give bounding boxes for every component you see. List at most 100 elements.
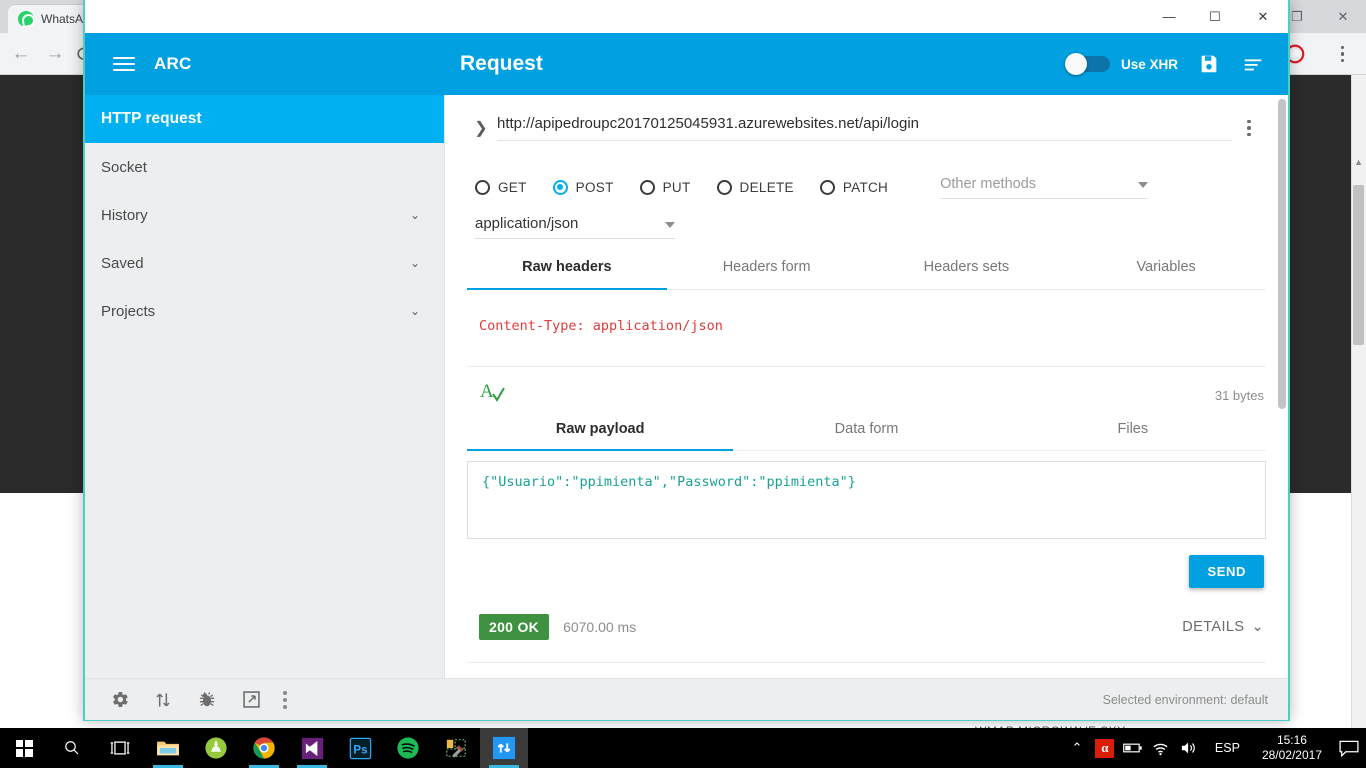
- external-link-icon[interactable]: [229, 689, 273, 710]
- file-explorer-icon[interactable]: [144, 728, 192, 768]
- chevron-down-icon[interactable]: ⌄: [410, 304, 420, 318]
- sidebar-item-projects[interactable]: Projects ⌄: [85, 287, 444, 335]
- arc-app-icon[interactable]: [480, 728, 528, 768]
- url-row: ❯ http://apipedroupc20170125045931.azure…: [467, 95, 1266, 151]
- chevron-down-icon[interactable]: [1138, 181, 1149, 188]
- volume-icon[interactable]: [1175, 728, 1203, 768]
- url-input[interactable]: http://apipedroupc20170125045931.azurewe…: [497, 115, 1232, 141]
- send-button[interactable]: SEND: [1189, 555, 1264, 588]
- chevron-down-icon[interactable]: ⌄: [410, 208, 420, 222]
- request-panel-scrollbar[interactable]: [1275, 95, 1288, 678]
- task-view-button[interactable]: [96, 728, 144, 768]
- search-icon: [65, 741, 79, 755]
- radio-icon-selected[interactable]: [552, 179, 568, 195]
- method-radio-patch[interactable]: PATCH: [819, 179, 888, 195]
- tab-raw-headers[interactable]: Raw headers: [467, 259, 667, 290]
- chrome-menu-button[interactable]: [1340, 33, 1344, 75]
- chrome-close-button[interactable]: ✕: [1320, 0, 1366, 33]
- bug-icon[interactable]: [185, 690, 229, 710]
- method-label: PUT: [662, 179, 691, 195]
- chevron-right-icon[interactable]: ❯: [467, 118, 495, 138]
- tab-headers-form[interactable]: Headers form: [667, 259, 867, 289]
- details-label: DETAILS: [1182, 619, 1245, 635]
- arc-body: HTTP request Socket History ⌄ Saved ⌄ Pr…: [85, 95, 1288, 678]
- hamburger-icon[interactable]: [113, 57, 135, 71]
- chevron-down-icon[interactable]: [665, 222, 675, 228]
- arc-titlebar: — ☐ ✕: [85, 0, 1288, 33]
- chrome-icon[interactable]: [240, 728, 288, 768]
- radio-icon[interactable]: [475, 179, 490, 195]
- request-overflow-menu-icon[interactable]: [1232, 119, 1266, 137]
- spotify-icon[interactable]: [384, 728, 432, 768]
- spellcheck-icon[interactable]: A: [479, 381, 509, 409]
- battery-icon[interactable]: [1119, 728, 1147, 768]
- tab-variables[interactable]: Variables: [1066, 259, 1266, 289]
- sidebar-item-saved[interactable]: Saved ⌄: [85, 239, 444, 287]
- arc-header: ARC Request Use XHR: [85, 33, 1288, 95]
- sidebar-item-label: Projects: [101, 302, 156, 320]
- method-radio-get[interactable]: GET: [475, 179, 527, 195]
- android-studio-icon[interactable]: [192, 728, 240, 768]
- chrome-tab-title: WhatsA: [41, 12, 84, 26]
- other-methods-select[interactable]: Other methods: [940, 175, 1149, 199]
- tray-expand-chevron-icon[interactable]: ⌃: [1063, 728, 1091, 768]
- tab-raw-payload[interactable]: Raw payload: [467, 421, 734, 451]
- radio-icon[interactable]: [639, 179, 655, 195]
- forward-button[interactable]: →: [38, 33, 72, 75]
- toggle-track[interactable]: [1064, 53, 1110, 75]
- notification-icon[interactable]: [1332, 728, 1366, 768]
- tab-headers-sets[interactable]: Headers sets: [867, 259, 1067, 289]
- bottom-overflow-menu-icon[interactable]: [283, 690, 287, 709]
- selected-environment: Selected environment: default: [1102, 692, 1268, 707]
- search-button[interactable]: [48, 728, 96, 768]
- request-panel-scrollbar-thumb[interactable]: [1278, 99, 1286, 409]
- close-button[interactable]: ✕: [1238, 0, 1288, 33]
- avira-icon[interactable]: α: [1091, 728, 1119, 768]
- save-icon[interactable]: [1196, 51, 1222, 77]
- chevron-down-icon[interactable]: ⌄: [410, 256, 420, 270]
- photoshop-icon[interactable]: Ps: [336, 728, 384, 768]
- svg-text:Ps: Ps: [353, 744, 367, 756]
- raw-payload-editor[interactable]: {"Usuario":"ppimienta","Password":"ppimi…: [467, 461, 1266, 539]
- back-button[interactable]: ←: [4, 33, 38, 75]
- details-toggle[interactable]: DETAILS ⌄: [1182, 619, 1264, 635]
- method-radio-delete[interactable]: DELETE: [716, 179, 794, 195]
- chrome-scrollbar[interactable]: ▲: [1351, 75, 1366, 728]
- tab-data-form[interactable]: Data form: [733, 421, 999, 450]
- radio-icon[interactable]: [716, 179, 732, 195]
- request-panel-inner: ❯ http://apipedroupc20170125045931.azure…: [445, 95, 1288, 663]
- sidebar-item-socket[interactable]: Socket: [85, 143, 444, 191]
- start-button[interactable]: [0, 728, 48, 768]
- minimize-button[interactable]: —: [1146, 0, 1192, 33]
- transfer-icon[interactable]: [141, 690, 185, 710]
- maximize-button[interactable]: ☐: [1192, 0, 1238, 33]
- screen: WhatsA ← → ⟳ ★ ❐ ✕ ▲: [0, 0, 1366, 768]
- windows-taskbar: Ps ⌃ α ESP 15:16 28/02/2017: [0, 728, 1366, 768]
- toggle-knob[interactable]: [1064, 53, 1087, 75]
- gear-icon[interactable]: [97, 689, 141, 710]
- method-radio-post[interactable]: POST: [552, 179, 614, 195]
- raw-headers-editor[interactable]: Content-Type: application/json: [467, 290, 1266, 334]
- method-radio-put[interactable]: PUT: [639, 179, 691, 195]
- clock[interactable]: 15:16 28/02/2017: [1252, 733, 1332, 763]
- list-icon[interactable]: [1240, 51, 1266, 77]
- sidebar-item-history[interactable]: History ⌄: [85, 191, 444, 239]
- other-methods-placeholder: Other methods: [940, 175, 1037, 192]
- sidebar-item-http-request[interactable]: HTTP request: [85, 95, 444, 143]
- tools-icon[interactable]: [432, 728, 480, 768]
- scroll-up-icon[interactable]: ▲: [1354, 157, 1363, 167]
- radio-icon[interactable]: [819, 179, 835, 195]
- visual-studio-icon[interactable]: [288, 728, 336, 768]
- wifi-icon[interactable]: [1147, 728, 1175, 768]
- send-row: SEND: [467, 555, 1266, 588]
- response-divider: [467, 662, 1266, 663]
- headers-tabs: Raw headers Headers form Headers sets Va…: [467, 259, 1266, 290]
- response-time: 6070.00 ms: [563, 619, 637, 635]
- use-xhr-toggle[interactable]: Use XHR: [1064, 53, 1178, 75]
- payload-header-row: A 31 bytes: [467, 366, 1266, 409]
- request-panel: ❯ http://apipedroupc20170125045931.azure…: [445, 95, 1288, 678]
- language-indicator[interactable]: ESP: [1203, 741, 1252, 755]
- tab-files[interactable]: Files: [1000, 421, 1266, 450]
- chrome-scrollbar-thumb[interactable]: [1353, 185, 1364, 345]
- content-type-select[interactable]: application/json: [475, 215, 675, 239]
